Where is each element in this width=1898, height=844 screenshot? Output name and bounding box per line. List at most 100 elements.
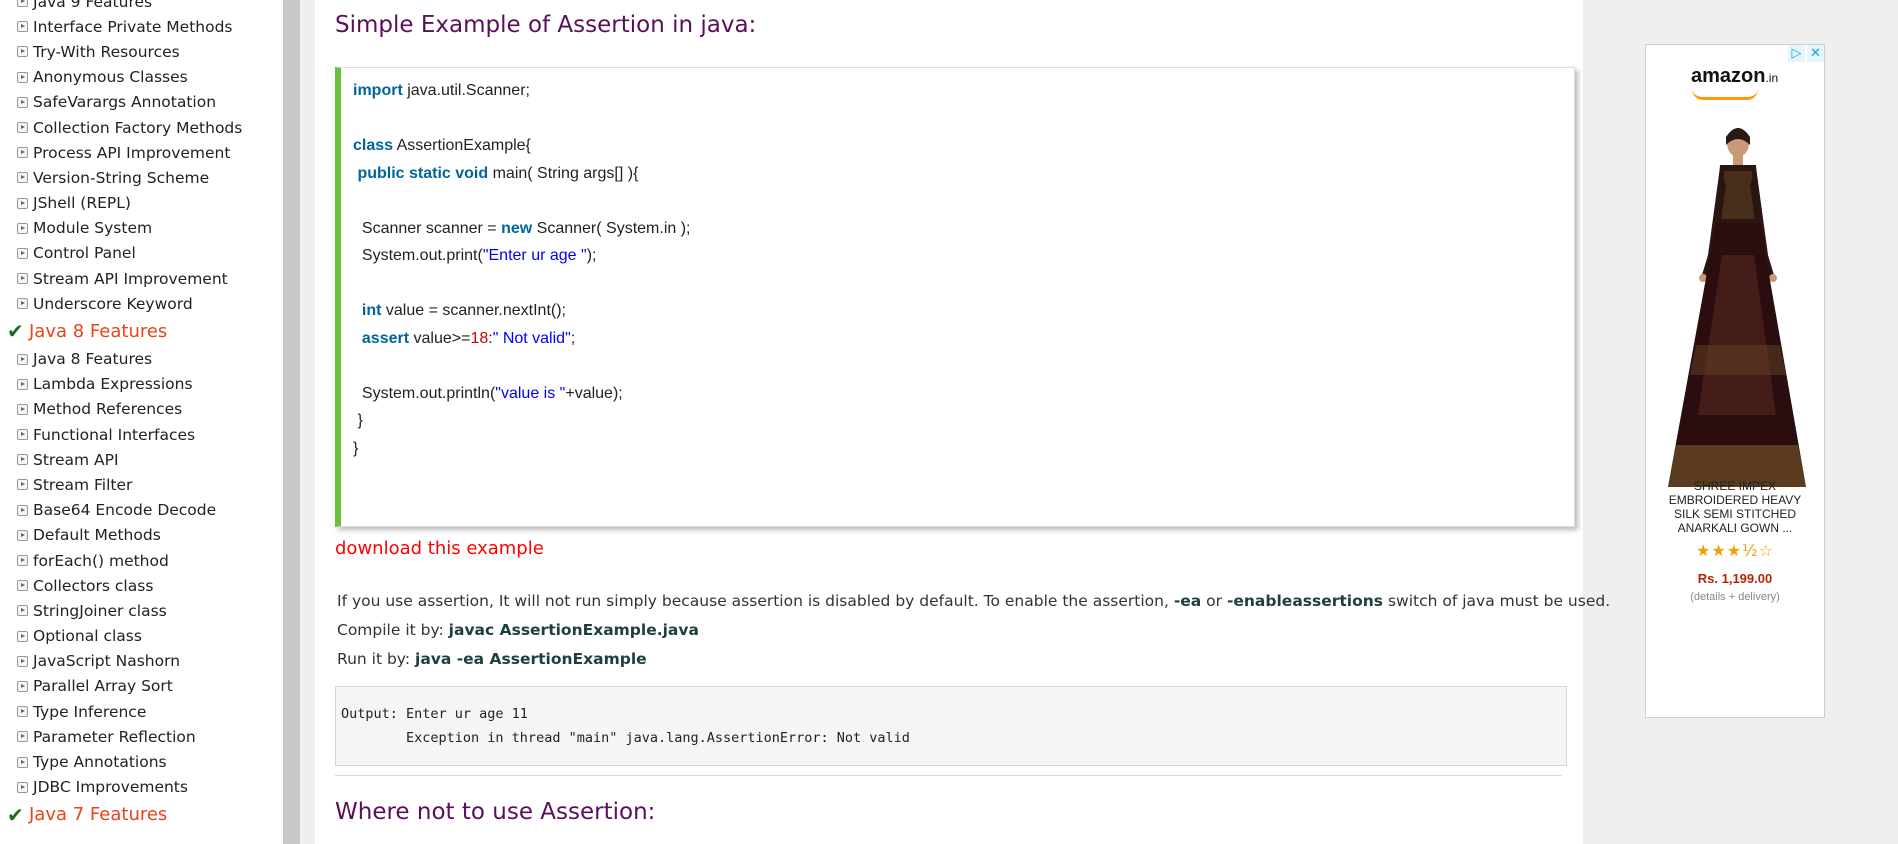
sidebar-item[interactable]: Lambda Expressions — [0, 372, 283, 397]
sidebar-item[interactable]: JavaScript Nashorn — [0, 649, 283, 674]
sidebar-section-label: Java 7 Features — [29, 804, 168, 826]
sidebar-item[interactable]: StringJoiner class — [0, 598, 283, 623]
sidebar-item-label: Interface Private Methods — [33, 17, 233, 36]
explanation-text: or — [1201, 592, 1227, 610]
expand-arrow-icon — [17, 46, 28, 58]
sidebar-item-label: Try-With Resources — [33, 42, 180, 61]
output-line: Exception in thread "main" java.lang.Ass… — [341, 730, 910, 746]
sidebar-scrollbar[interactable] — [283, 0, 300, 844]
code-string: "value is " — [495, 384, 566, 402]
checkmark-icon: ✔ — [7, 802, 24, 827]
code-keyword: assert — [353, 329, 410, 347]
expand-arrow-icon — [17, 247, 28, 259]
sidebar-item[interactable]: Parameter Reflection — [0, 724, 283, 749]
sidebar-item[interactable]: Interface Private Methods — [0, 14, 283, 39]
sidebar-item-label: Type Annotations — [33, 753, 167, 772]
sidebar-item-label: Optional class — [33, 627, 142, 646]
code-text-segment: } — [353, 412, 363, 429]
sidebar-item-label: Stream API Improvement — [33, 269, 228, 288]
sidebar-item[interactable]: Anonymous Classes — [0, 65, 283, 90]
ad-product-title[interactable]: SHREE IMPEX EMBROIDERED HEAVY SILK SEMI … — [1656, 479, 1814, 535]
sidebar-item[interactable]: Process API Improvement — [0, 140, 283, 165]
sidebar-item-label: SafeVarargs Annotation — [33, 93, 217, 112]
sidebar-item[interactable]: Type Annotations — [0, 749, 283, 774]
product-image[interactable] — [1656, 115, 1816, 495]
expand-arrow-icon — [17, 378, 28, 390]
expand-arrow-icon — [17, 454, 28, 466]
sidebar-item-label: Stream Filter — [33, 475, 133, 494]
sidebar-item[interactable]: Parallel Array Sort — [0, 674, 283, 699]
code-text-segment: ; — [570, 329, 576, 347]
explanation-text: switch of java must be used. — [1383, 592, 1611, 610]
sidebar-item[interactable]: Collection Factory Methods — [0, 115, 283, 140]
sidebar-item-label: Underscore Keyword — [33, 294, 193, 313]
sidebar-item-label: Version-String Scheme — [33, 168, 210, 187]
sidebar-section-heading[interactable]: ✔ Java 8 Features — [0, 316, 283, 346]
sidebar-item-label: Default Methods — [33, 526, 161, 545]
expand-arrow-icon — [17, 605, 28, 617]
expand-arrow-icon — [17, 21, 28, 33]
sidebar-item[interactable]: Optional class — [0, 624, 283, 649]
sidebar-item[interactable]: Stream API — [0, 447, 283, 472]
compile-label: Compile it by: — [337, 621, 449, 639]
code-text-segment: } — [353, 439, 359, 457]
sidebar-section-heading[interactable]: ✔ Java 7 Features — [0, 800, 283, 830]
expand-arrow-icon — [17, 555, 28, 567]
sidebar-item[interactable]: Method References — [0, 397, 283, 422]
sidebar-item[interactable]: Default Methods — [0, 523, 283, 548]
sidebar-item[interactable]: Try-With Resources — [0, 39, 283, 64]
code-string: " Not valid" — [492, 329, 571, 347]
sidebar-item[interactable]: Java 8 Features — [0, 346, 283, 371]
download-example-link[interactable]: download this example — [335, 538, 544, 559]
run-instruction: Run it by: java -ea AssertionExample — [337, 650, 647, 668]
main-content: Simple Example of Assertion in java: imp… — [315, 0, 1610, 844]
close-icon[interactable]: ✕ — [1807, 45, 1824, 62]
expand-arrow-icon — [17, 580, 28, 592]
ad-price[interactable]: Rs. 1,199.00 — [1646, 571, 1824, 586]
sidebar-item[interactable]: JDBC Improvements — [0, 775, 283, 800]
sidebar-item[interactable]: SafeVarargs Annotation — [0, 90, 283, 115]
sidebar-item-label: Base64 Encode Decode — [33, 501, 217, 520]
sidebar-item-label: Parallel Array Sort — [33, 677, 173, 696]
expand-arrow-icon — [17, 96, 28, 108]
expand-arrow-icon — [17, 680, 28, 692]
amazon-logo-suffix: .in — [1765, 71, 1779, 85]
flag-enableassertions: -enableassertions — [1226, 592, 1384, 610]
sidebar-item[interactable]: Functional Interfaces — [0, 422, 283, 447]
code-text-segment: System.out.print( — [353, 247, 483, 264]
explanation-text: If you use assertion, It will not run si… — [337, 592, 1174, 610]
expand-arrow-icon — [17, 630, 28, 642]
code-text-segment: value>= — [409, 329, 471, 347]
sidebar-item[interactable]: Base64 Encode Decode — [0, 498, 283, 523]
code-text-segment: AssertionExample{ — [393, 137, 531, 154]
ad-delivery-link[interactable]: (details + delivery) — [1646, 591, 1824, 603]
flag-ea: -ea — [1173, 592, 1202, 610]
amazon-logo-text: amazon — [1691, 65, 1766, 87]
sidebar-item[interactable]: Collectors class — [0, 573, 283, 598]
sidebar-item[interactable]: Java 9 Features — [0, 0, 283, 14]
sidebar-item[interactable]: JShell (REPL) — [0, 191, 283, 216]
sidebar-item[interactable]: Version-String Scheme — [0, 165, 283, 190]
code-text-segment: ); — [586, 247, 597, 264]
expand-arrow-icon — [17, 353, 28, 365]
code-keyword: new — [501, 219, 533, 237]
sidebar-item[interactable]: Module System — [0, 216, 283, 241]
adchoices-icon[interactable]: ▷ — [1788, 45, 1805, 62]
sidebar-item[interactable]: Type Inference — [0, 699, 283, 724]
sidebar-item[interactable]: Control Panel — [0, 241, 283, 266]
sidebar-item[interactable]: Underscore Keyword — [0, 291, 283, 316]
sidebar-item[interactable]: forEach() method — [0, 548, 283, 573]
sidebar-item[interactable]: Stream API Improvement — [0, 266, 283, 291]
expand-arrow-icon — [17, 71, 28, 83]
sidebar-item[interactable]: Stream Filter — [0, 472, 283, 497]
expand-arrow-icon — [17, 0, 28, 8]
run-command: java -ea AssertionExample — [415, 650, 647, 668]
sidebar-item-label: StringJoiner class — [33, 601, 167, 620]
code-text: import java.util.Scanner; class Assertio… — [353, 77, 691, 462]
sidebar-item-label: Anonymous Classes — [33, 68, 188, 87]
code-text-segment: java.util.Scanner; — [402, 82, 530, 99]
page-heading: Simple Example of Assertion in java: — [335, 12, 757, 38]
sidebar-item-label: Collectors class — [33, 576, 154, 595]
amazon-ad[interactable]: ▷ ✕ amazon.in SHREE IMPEX EMBROIDERED HE… — [1645, 44, 1825, 718]
amazon-smile-logo — [1692, 89, 1758, 100]
